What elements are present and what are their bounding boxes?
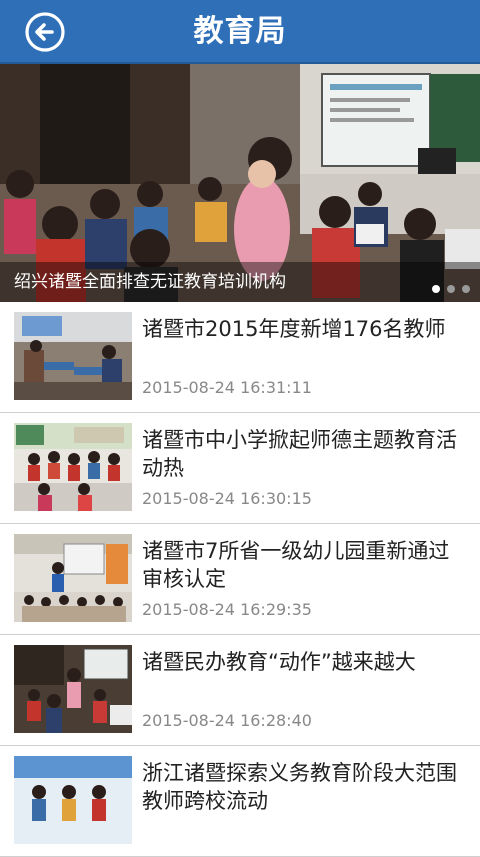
back-button[interactable] — [24, 11, 66, 53]
news-thumbnail — [14, 423, 132, 511]
news-thumbnail — [14, 534, 132, 622]
news-list-item[interactable]: 诸暨市7所省一级幼儿园重新通过审核认定 2015-08-24 16:29:35 — [0, 524, 480, 635]
news-title: 诸暨市2015年度新增176名教师 — [142, 317, 446, 341]
back-arrow-circle-icon — [25, 12, 65, 52]
app-header: 教育局 — [0, 0, 480, 64]
news-title: 诸暨市7所省一级幼儿园重新通过审核认定 — [142, 539, 450, 591]
news-thumbnail — [14, 645, 132, 733]
news-time: 2015-08-24 16:31:11 — [142, 378, 312, 397]
news-list: 诸暨市2015年度新增176名教师 2015-08-24 16:31:11 诸暨… — [0, 302, 480, 857]
news-list-item[interactable]: 诸暨市2015年度新增176名教师 2015-08-24 16:31:11 — [0, 302, 480, 413]
news-list-item[interactable]: 诸暨市中小学掀起师德主题教育活动热 2015-08-24 16:30:15 — [0, 413, 480, 524]
news-list-item[interactable]: 浙江诸暨探索义务教育阶段大范围教师跨校流动 — [0, 746, 480, 857]
news-time: 2015-08-24 16:28:40 — [142, 711, 312, 730]
banner-carousel[interactable]: 绍兴诸暨全面排查无证教育培训机构 — [0, 64, 480, 302]
banner-caption: 绍兴诸暨全面排查无证教育培训机构 — [14, 272, 286, 292]
carousel-dot[interactable] — [432, 285, 440, 293]
carousel-indicator — [425, 278, 470, 293]
news-title: 诸暨市中小学掀起师德主题教育活动热 — [142, 428, 457, 480]
news-title: 浙江诸暨探索义务教育阶段大范围教师跨校流动 — [142, 761, 457, 813]
carousel-dot[interactable] — [447, 285, 455, 293]
carousel-dot[interactable] — [462, 285, 470, 293]
news-thumbnail — [14, 312, 132, 400]
news-time: 2015-08-24 16:30:15 — [142, 489, 312, 508]
page-title: 教育局 — [193, 14, 287, 49]
news-title: 诸暨民办教育“动作”越来越大 — [142, 650, 416, 674]
news-thumbnail — [14, 756, 132, 844]
banner-caption-bar: 绍兴诸暨全面排查无证教育培训机构 — [0, 262, 480, 302]
news-list-item[interactable]: 诸暨民办教育“动作”越来越大 2015-08-24 16:28:40 — [0, 635, 480, 746]
news-time: 2015-08-24 16:29:35 — [142, 600, 312, 619]
